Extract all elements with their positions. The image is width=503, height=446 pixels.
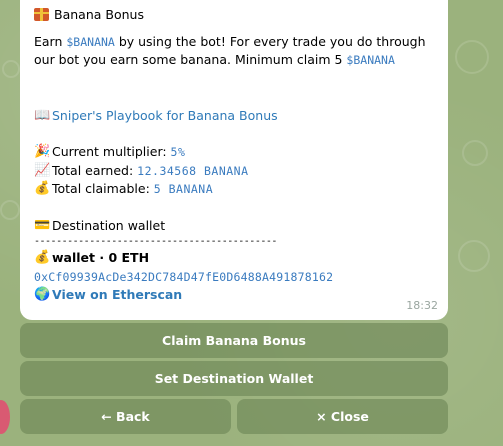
earned-value: 12.34568 BANANA [137, 163, 249, 178]
book-icon: 📖 [34, 107, 51, 123]
globe-icon: 🌍 [34, 287, 51, 302]
title-text: Banana Bonus [54, 7, 144, 22]
wallet-label: wallet · 0 ETH [52, 250, 150, 265]
money-bag-icon: 💰 [34, 250, 51, 265]
playbook-row: 📖 Sniper's Playbook for Banana Bonus [34, 107, 434, 126]
party-popper-icon: 🎉 [34, 144, 51, 159]
avatar[interactable] [0, 400, 10, 434]
destination-row: 💳 Destination wallet [34, 217, 166, 233]
chart-increasing-icon: 📈 [34, 162, 51, 178]
money-bag-icon: 💰 [34, 181, 51, 196]
divider: ----------------------------------------… [34, 236, 277, 247]
background-doodle [455, 40, 489, 74]
etherscan-row: 🌍 View on Etherscan [34, 286, 434, 305]
playbook-link[interactable]: Sniper's Playbook for Banana Bonus [52, 108, 278, 123]
background-doodle [0, 200, 20, 220]
back-button[interactable]: ← Back [20, 399, 231, 434]
claimable-value: 5 BANANA [153, 182, 214, 196]
token-symbol: $BANANA [346, 53, 395, 67]
background-doodle [458, 240, 490, 272]
set-destination-wallet-button[interactable]: Set Destination Wallet [20, 361, 448, 396]
credit-card-icon: 💳 [34, 217, 51, 233]
etherscan-link[interactable]: View on Etherscan [52, 287, 182, 302]
intro-text: Earn $BANANA by using the bot! For every… [34, 33, 426, 68]
message-timestamp: 18:32 [406, 298, 438, 312]
earned-row: 📈 Total earned: 12.34568 BANANA [34, 162, 249, 178]
background-doodle [462, 140, 488, 166]
claim-bonus-button[interactable]: Claim Banana Bonus [20, 323, 448, 358]
claimable-row: 💰 Total claimable: 5 BANANA [34, 181, 214, 196]
token-symbol: $BANANA [66, 34, 115, 49]
bot-message: Banana Bonus Earn $BANANA by using the b… [20, 0, 448, 320]
multiplier-row: 🎉 Current multiplier: 5% [34, 144, 186, 159]
wallet-address[interactable]: 0xCf09939AcDe342DC784D47fE0D6488A4918781… [34, 268, 434, 287]
gift-icon [34, 7, 49, 21]
wallet-row: 💰 wallet · 0 ETH [34, 249, 434, 268]
background-doodle [2, 60, 20, 78]
multiplier-value: 5% [170, 145, 186, 159]
close-button[interactable]: × Close [237, 399, 448, 434]
message-title: Banana Bonus [34, 6, 434, 25]
